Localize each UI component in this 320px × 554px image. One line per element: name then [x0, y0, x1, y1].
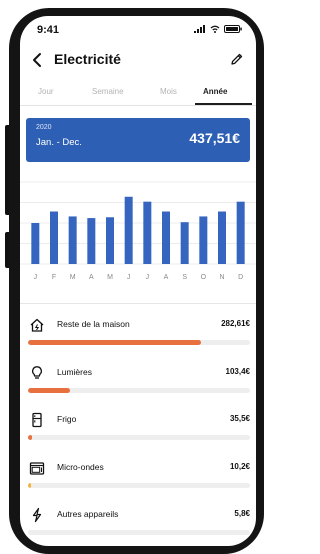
category-progress-track — [28, 387, 250, 393]
category-value: 5,8€ — [234, 509, 250, 518]
category-value: 282,61€ — [221, 319, 250, 328]
category-row[interactable]: Reste de la maison 282,61€ — [20, 318, 256, 359]
chart-tick-label: J — [34, 274, 38, 281]
house-icon — [30, 318, 44, 332]
chart-tick-label: A — [89, 274, 94, 281]
summary-card: 2020 Jan. - Dec. 437,51€ — [26, 118, 250, 162]
status-bar: 9:41 — [20, 16, 256, 44]
chart-bar-0[interactable] — [31, 223, 40, 264]
monthly-bar-chart: JFMAMJJASOND — [20, 181, 256, 281]
chart-bar-6[interactable] — [143, 201, 152, 264]
chart-bar-5[interactable] — [124, 196, 133, 264]
category-row[interactable]: Autres appareils 5,8€ — [20, 507, 256, 546]
summary-year: 2020 — [36, 124, 52, 131]
category-progress-fill — [28, 340, 202, 345]
chart-bar-9[interactable] — [199, 216, 208, 264]
category-row[interactable]: Micro-ondes 10,2€ — [20, 462, 256, 502]
category-progress-track — [28, 530, 250, 535]
chart-bar-3[interactable] — [87, 218, 96, 264]
category-progress-fill — [28, 482, 31, 488]
category-value: 35,5€ — [229, 414, 250, 423]
back-arrow-icon[interactable] — [30, 52, 46, 68]
chart-tick-label: N — [219, 274, 224, 281]
active-tab-indicator — [195, 103, 252, 105]
wifi-icon — [210, 25, 220, 33]
category-value: 103,4€ — [225, 366, 250, 376]
battery-icon — [224, 25, 242, 33]
lightbulb-icon — [32, 365, 42, 379]
chart-tick-label: F — [52, 274, 56, 281]
summary-amount: 437,51€ — [189, 130, 240, 146]
status-icons — [194, 25, 242, 33]
category-progress-track — [28, 435, 250, 440]
tab-jour[interactable]: Jour — [38, 87, 54, 96]
chart-tick-label: M — [107, 274, 113, 281]
category-progress-track — [28, 482, 250, 488]
tab-semaine[interactable]: Semaine — [92, 87, 124, 96]
signal-icon — [194, 25, 205, 33]
category-name: Reste de la maison — [57, 319, 130, 329]
divider — [20, 303, 256, 304]
page-title: Electricité — [54, 51, 121, 67]
summary-range: Jan. - Dec. — [36, 137, 82, 148]
chart-tick-label: A — [164, 274, 169, 281]
category-progress-fill — [28, 435, 33, 440]
chart-bar-4[interactable] — [106, 217, 114, 264]
tab-annee[interactable]: Année — [203, 87, 227, 96]
lightning-icon — [32, 507, 42, 523]
chart-tick-label: J — [127, 274, 130, 281]
header: Electricité — [20, 46, 256, 76]
category-progress-fill — [28, 387, 71, 393]
screen: 9:41 Electricité Jour Semaine Mois Année… — [20, 16, 256, 546]
category-name: Frigo — [57, 414, 77, 424]
tab-mois[interactable]: Mois — [160, 87, 177, 96]
chart-tick-label: D — [238, 274, 243, 281]
category-name: Micro-ondes — [57, 461, 104, 472]
period-tabs: Jour Semaine Mois Année — [20, 84, 256, 106]
category-name: Lumières — [57, 366, 92, 377]
category-row[interactable]: Frigo 35,5€ — [20, 412, 256, 454]
category-row[interactable]: Lumières 103,4€ — [20, 365, 256, 407]
chart-bar-1[interactable] — [50, 211, 58, 264]
chart-tick-label: S — [182, 274, 187, 281]
chart-bar-10[interactable] — [218, 211, 226, 264]
pencil-icon[interactable] — [230, 52, 244, 66]
chart-bar-7[interactable] — [162, 211, 170, 264]
category-progress-track — [28, 340, 250, 345]
fridge-icon — [32, 412, 42, 428]
category-name: Autres appareils — [57, 509, 119, 519]
status-time: 9:41 — [37, 24, 60, 36]
chart-tick-label: O — [201, 274, 207, 281]
chart-bar-11[interactable] — [236, 201, 245, 264]
chart-tick-label: M — [70, 274, 76, 281]
chart-bar-8[interactable] — [180, 222, 189, 264]
chart-tick-label: J — [146, 274, 150, 281]
chart-bar-2[interactable] — [68, 216, 77, 264]
category-value: 10,2€ — [229, 461, 250, 471]
microwave-icon — [29, 461, 45, 475]
